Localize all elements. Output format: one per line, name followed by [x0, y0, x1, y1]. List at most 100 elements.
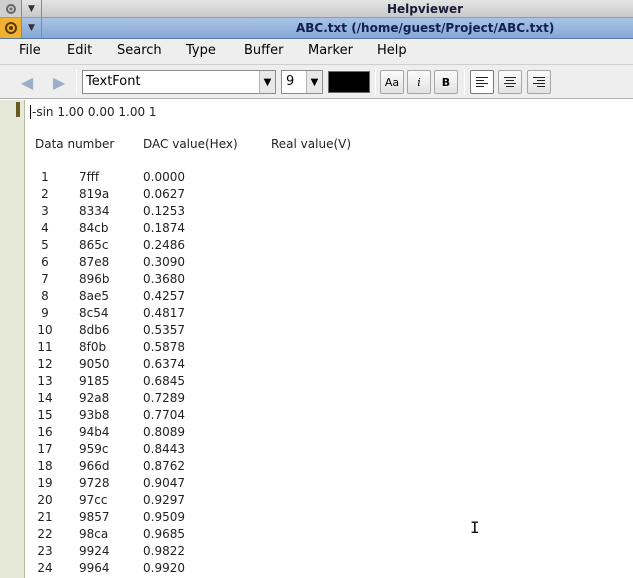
text-color-swatch[interactable] — [328, 71, 370, 93]
back-arrow-icon[interactable]: ◀ — [16, 71, 38, 93]
row-real-value: 0.2486 — [143, 238, 185, 252]
align-left-button[interactable] — [470, 70, 494, 94]
menu-buffer[interactable]: Buffer — [244, 43, 283, 58]
menu-type[interactable]: Type — [186, 43, 216, 58]
text-cursor — [30, 105, 31, 119]
row-index: 17 — [37, 442, 53, 456]
table-row: 22 98ca 0.9685 — [26, 527, 426, 544]
current-line-marker — [16, 102, 20, 117]
menu-edit[interactable]: Edit — [67, 43, 92, 58]
align-center-button[interactable] — [498, 70, 522, 94]
table-row: 5 865c 0.2486 — [26, 238, 426, 255]
row-real-value: 0.1253 — [143, 204, 185, 218]
row-real-value: 0.9509 — [143, 510, 185, 524]
menu-search[interactable]: Search — [117, 43, 162, 58]
row-index: 14 — [37, 391, 53, 405]
align-center-icon — [504, 77, 516, 87]
row-index: 1 — [41, 170, 49, 184]
row-index: 8 — [41, 289, 49, 303]
row-real-value: 0.4817 — [143, 306, 185, 320]
row-index: 9 — [41, 306, 49, 320]
table-row: 15 93b8 0.7704 — [26, 408, 426, 425]
table-row: 11 8f0b 0.5878 — [26, 340, 426, 357]
row-real-value: 0.8762 — [143, 459, 185, 473]
italic-button[interactable]: i — [407, 70, 431, 94]
font-size-select[interactable]: 9 ▼ — [281, 70, 323, 94]
row-index: 2 — [41, 187, 49, 201]
row-dac-hex: 966d — [79, 459, 110, 473]
row-real-value: 0.9047 — [143, 476, 185, 490]
table-row: 12 9050 0.6374 — [26, 357, 426, 374]
row-index: 20 — [37, 493, 53, 507]
bold-button[interactable]: B — [434, 70, 458, 94]
row-index: 18 — [37, 459, 53, 473]
table-row: 2 819a 0.0627 — [26, 187, 426, 204]
row-index: 7 — [41, 272, 49, 286]
row-index: 24 — [37, 561, 53, 575]
row-dac-hex: 9728 — [79, 476, 110, 490]
row-dac-hex: 8c54 — [79, 306, 109, 320]
table-row: 16 94b4 0.8089 — [26, 425, 426, 442]
menu-help[interactable]: Help — [377, 43, 407, 58]
row-real-value: 0.5357 — [143, 323, 185, 337]
table-row: 17 959c 0.8443 — [26, 442, 426, 459]
row-dac-hex: 87e8 — [79, 255, 110, 269]
table-row: 21 9857 0.9509 — [26, 510, 426, 527]
document-title: ABC.txt (/home/guest/Project/ABC.txt) — [296, 21, 555, 35]
row-index: 3 — [41, 204, 49, 218]
row-dac-hex: 9857 — [79, 510, 110, 524]
align-left-icon — [476, 77, 488, 87]
table-row: 14 92a8 0.7289 — [26, 391, 426, 408]
bold-label: B — [441, 75, 451, 89]
row-real-value: 0.4257 — [143, 289, 185, 303]
menu-marker[interactable]: Marker — [308, 43, 353, 58]
app-title-bar[interactable]: ▼ Helpviewer — [0, 0, 633, 18]
line-gutter[interactable] — [0, 100, 25, 578]
table-row: 18 966d 0.8762 — [26, 459, 426, 476]
row-index: 13 — [37, 374, 53, 388]
table-row: 24 9964 0.9920 — [26, 561, 426, 578]
row-dac-hex: 896b — [79, 272, 110, 286]
row-index: 22 — [37, 527, 53, 541]
collapse-arrow-icon[interactable]: ▼ — [22, 0, 42, 17]
row-index: 19 — [37, 476, 53, 490]
case-toggle-button[interactable]: Aa — [380, 70, 404, 94]
font-family-select[interactable]: TextFont ▼ — [82, 70, 276, 94]
row-index: 4 — [41, 221, 49, 235]
table-row: 9 8c54 0.4817 — [26, 306, 426, 323]
collapse-arrow-icon[interactable]: ▼ — [22, 18, 42, 38]
font-family-value: TextFont — [86, 74, 141, 89]
row-real-value: 0.7704 — [143, 408, 185, 422]
row-dac-hex: 93b8 — [79, 408, 110, 422]
row-real-value: 0.1874 — [143, 221, 185, 235]
window-menu-icon[interactable] — [0, 0, 22, 17]
row-index: 5 — [41, 238, 49, 252]
row-real-value: 0.7289 — [143, 391, 185, 405]
toolbar: ◀ ▶ TextFont ▼ 9 ▼ Aa i B — [0, 65, 633, 99]
case-label: Aa — [384, 75, 400, 89]
row-dac-hex: 8db6 — [79, 323, 110, 337]
menu-bar: File Edit Search Type Buffer Marker Help — [0, 39, 633, 65]
row-real-value: 0.9822 — [143, 544, 185, 558]
document-title-bar[interactable]: ▼ ABC.txt (/home/guest/Project/ABC.txt) — [0, 18, 633, 39]
row-real-value: 0.6374 — [143, 357, 185, 371]
row-dac-hex: 97cc — [79, 493, 108, 507]
row-real-value: 0.0000 — [143, 170, 185, 184]
chevron-down-icon[interactable]: ▼ — [259, 71, 275, 93]
row-real-value: 0.9297 — [143, 493, 185, 507]
align-right-button[interactable] — [527, 70, 551, 94]
row-real-value: 0.9685 — [143, 527, 185, 541]
forward-arrow-icon[interactable]: ▶ — [48, 71, 70, 93]
row-dac-hex: 9964 — [79, 561, 110, 575]
row-dac-hex: 819a — [79, 187, 110, 201]
table-row: 20 97cc 0.9297 — [26, 493, 426, 510]
app-title: Helpviewer — [387, 2, 464, 16]
table-row: 7 896b 0.3680 — [26, 272, 426, 289]
menu-file[interactable]: File — [19, 43, 41, 58]
window-menu-icon[interactable] — [0, 18, 22, 38]
chevron-down-icon[interactable]: ▼ — [306, 71, 322, 93]
text-editor[interactable]: -sin 1.00 0.00 1.00 1 Data number DAC va… — [26, 100, 633, 578]
ibeam-cursor-icon: I — [470, 518, 480, 537]
table-row: 13 9185 0.6845 — [26, 374, 426, 391]
row-dac-hex: 865c — [79, 238, 109, 252]
